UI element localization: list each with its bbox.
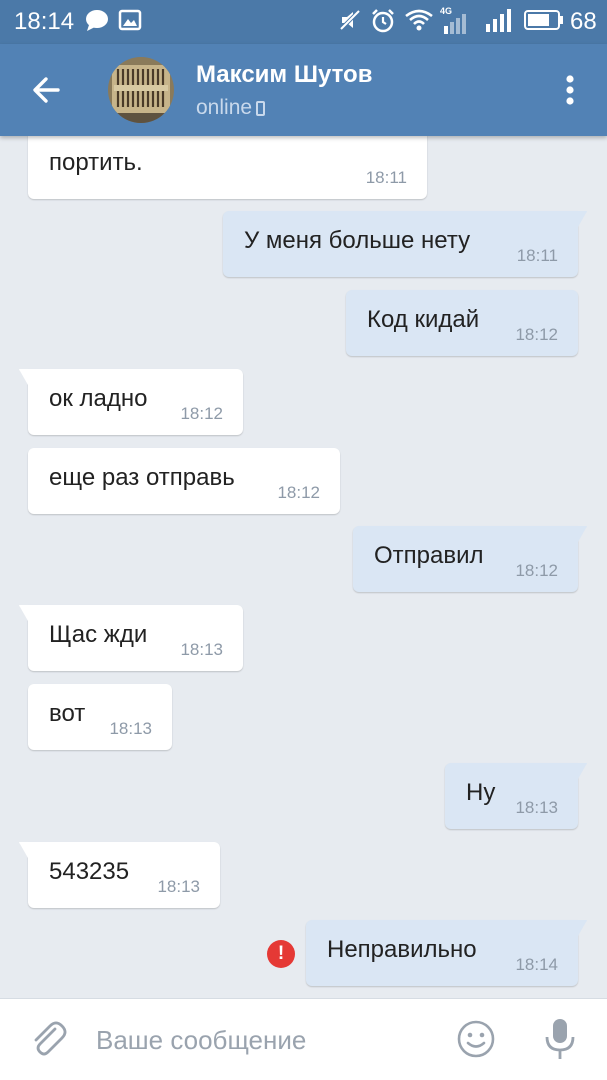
alarm-icon <box>372 9 394 33</box>
send-error-icon[interactable]: ! <box>267 940 295 968</box>
battery-percentage: 68 <box>570 8 597 35</box>
contact-status: online <box>196 96 266 120</box>
message-text: Ну <box>466 779 496 806</box>
message-time: 18:13 <box>180 640 223 659</box>
message-list[interactable]: портить. 18:11 У меня больше нету 18:11 Код … <box>0 136 607 998</box>
chat-notification-icon <box>86 10 108 31</box>
contact-name[interactable]: Максим Шутов <box>196 61 372 89</box>
bubble-tail <box>19 369 36 385</box>
message-time: 18:13 <box>157 877 200 896</box>
mobile-device-icon <box>256 101 266 116</box>
signal-4g-icon <box>444 14 466 34</box>
message-composer <box>0 998 607 1080</box>
message-time: 18:12 <box>515 561 558 580</box>
message-time: 18:13 <box>515 798 558 817</box>
bubble-tail <box>19 842 36 858</box>
message-text: Щас жди <box>49 621 148 648</box>
message-input[interactable] <box>96 1019 416 1061</box>
message-text: У меня больше нету <box>244 227 471 254</box>
message-time: 18:12 <box>515 325 558 344</box>
signal-icon <box>486 9 511 32</box>
bubble-tail <box>19 605 36 621</box>
incoming-message[interactable]: Щас жди 18:13 <box>19 605 243 671</box>
message-text: 543235 <box>49 858 130 885</box>
message-time: 18:13 <box>109 719 152 738</box>
outgoing-message[interactable]: Неправильно 18:14 <box>306 920 587 986</box>
incoming-message[interactable]: еще раз отправь 18:12 <box>28 448 340 514</box>
mute-icon <box>339 9 361 31</box>
attach-icon[interactable] <box>26 1017 70 1061</box>
message-text: Отправил <box>374 542 484 569</box>
avatar[interactable] <box>108 57 174 123</box>
incoming-message[interactable]: портить. 18:11 <box>28 136 427 199</box>
message-text: Неправильно <box>327 936 477 963</box>
incoming-message[interactable]: ок ладно 18:12 <box>19 369 243 435</box>
more-vert-icon[interactable] <box>552 68 588 112</box>
image-notification-icon <box>118 9 142 31</box>
status-bar: 18:14 4G 68 <box>0 0 607 44</box>
message-time: 18:11 <box>365 168 407 187</box>
outgoing-message[interactable]: У меня больше нету 18:11 <box>223 211 587 277</box>
outgoing-message[interactable]: Код кидай 18:12 <box>346 290 578 356</box>
message-text: портить. <box>49 149 143 176</box>
bubble-tail <box>570 763 587 779</box>
message-text: вот <box>49 700 86 727</box>
outgoing-message[interactable]: Ну 18:13 <box>445 763 587 829</box>
message-text: ок ладно <box>49 385 148 412</box>
battery-icon <box>524 10 563 30</box>
message-time: 18:12 <box>277 483 320 502</box>
outgoing-message[interactable]: Отправил 18:12 <box>353 526 587 592</box>
emoji-icon[interactable] <box>456 1019 496 1059</box>
bubble-tail <box>570 526 587 542</box>
incoming-message[interactable]: вот 18:13 <box>28 684 172 750</box>
status-time: 18:14 <box>14 8 75 35</box>
back-arrow-icon[interactable] <box>22 66 70 114</box>
message-time: 18:14 <box>515 955 558 974</box>
microphone-icon[interactable] <box>542 1015 578 1063</box>
online-status-text: online <box>196 96 253 119</box>
incoming-message[interactable]: 543235 18:13 <box>19 842 220 908</box>
message-time: 18:11 <box>516 246 558 265</box>
message-text: еще раз отправь <box>49 464 235 491</box>
chat-header: Максим Шутов online <box>0 44 607 136</box>
bubble-tail <box>570 211 587 227</box>
bubble-tail <box>570 920 587 936</box>
wifi-icon <box>405 9 433 31</box>
message-time: 18:12 <box>180 404 223 423</box>
message-text: Код кидай <box>367 306 480 333</box>
